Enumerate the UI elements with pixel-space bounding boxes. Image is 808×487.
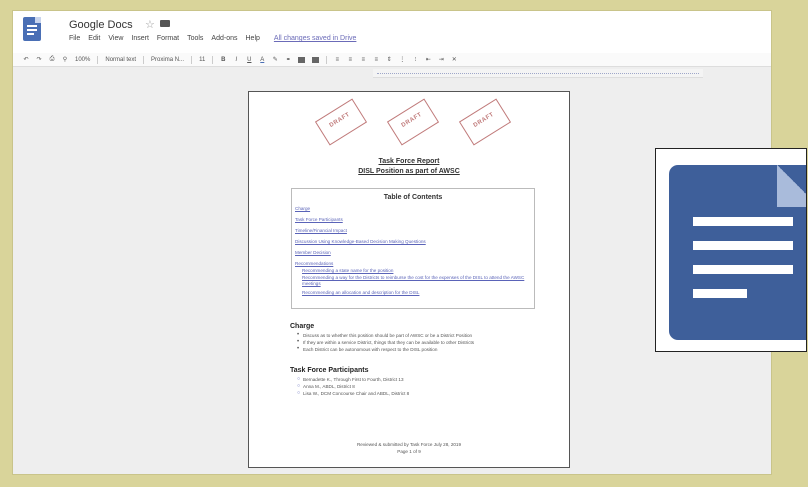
report-subtitle: DISL Position as part of AWSC [358, 168, 460, 175]
image-icon[interactable] [312, 56, 320, 63]
font-select[interactable]: Proxima N... [151, 57, 184, 63]
toc-link[interactable]: Task Force Participants [295, 217, 343, 222]
google-docs-logo-icon[interactable] [23, 17, 41, 41]
increase-indent-icon[interactable]: ⇥ [438, 56, 444, 63]
docs-document-icon [669, 165, 806, 340]
page-footer: Reviewed & submitted by Task Force July … [356, 442, 462, 447]
toc-link[interactable]: Timeline/Financial Impact [295, 228, 347, 233]
menu-help[interactable]: Help [246, 35, 260, 42]
menu-format[interactable]: Format [157, 35, 179, 42]
align-left-icon[interactable]: ≡ [334, 57, 340, 63]
saved-status-link[interactable]: All changes saved in Drive [274, 35, 357, 42]
print-icon[interactable]: ⎙ [49, 56, 55, 63]
toc-link[interactable]: Member Decision [295, 250, 331, 255]
menu-file[interactable]: File [69, 35, 80, 42]
toolbar-divider [143, 55, 145, 64]
participants-heading: Task Force Participants [290, 367, 369, 374]
toc-link[interactable]: Recommending a state name for the positi… [302, 268, 393, 273]
toc-link[interactable]: Recommending an allocation and descripti… [302, 290, 419, 295]
list-item: Discuss as to whether this position shou… [297, 332, 472, 338]
underline-button[interactable]: U [246, 57, 252, 63]
menu-bar: File Edit View Insert Format Tools Add-o… [69, 35, 356, 42]
toc-title: Table of Contents [383, 194, 443, 201]
app-title: Google Docs [69, 19, 133, 31]
toc-link[interactable]: Charge [295, 206, 310, 211]
menu-edit[interactable]: Edit [88, 35, 100, 42]
align-justify-icon[interactable]: ≡ [373, 57, 379, 63]
clear-formatting-icon[interactable]: ✕ [451, 56, 457, 63]
redo-icon[interactable]: ↷ [36, 56, 42, 63]
list-item: Lisa W., DCM Concourse Chair and ABDL, D… [297, 390, 409, 396]
zoom-select[interactable]: 100% [75, 57, 90, 63]
toolbar-divider [97, 55, 99, 64]
draft-stamp: DRAFT [458, 98, 512, 146]
align-center-icon[interactable]: ≡ [347, 57, 353, 63]
document-page[interactable]: DRAFT DRAFT DRAFT Task Force Report DISL… [248, 91, 570, 468]
google-docs-large-icon [655, 148, 807, 352]
list-item: Bernadette K., Through First to Fourth, … [297, 376, 403, 382]
draft-stamp: DRAFT [386, 98, 440, 146]
bulleted-list-icon[interactable]: ⁝ [412, 56, 418, 63]
text-color-button[interactable]: A [259, 57, 265, 63]
report-title: Task Force Report [378, 158, 440, 165]
comment-icon[interactable] [298, 56, 306, 63]
ruler[interactable] [373, 69, 703, 78]
paint-format-icon[interactable]: ⚲ [62, 56, 68, 63]
toc-link[interactable]: Recommendations [295, 261, 333, 266]
folder-icon[interactable] [160, 20, 170, 27]
highlight-icon[interactable]: ✎ [272, 56, 278, 63]
menu-insert[interactable]: Insert [131, 35, 149, 42]
undo-icon[interactable]: ↶ [23, 56, 29, 63]
title-bar: Google Docs ☆ File Edit View Insert Form… [13, 11, 771, 67]
italic-button[interactable]: I [233, 57, 239, 63]
numbered-list-icon[interactable]: ⋮ [399, 56, 405, 63]
toc-link[interactable]: Recommending a way for the Districts to … [302, 275, 530, 287]
menu-addons[interactable]: Add-ons [211, 35, 237, 42]
menu-view[interactable]: View [108, 35, 123, 42]
line-spacing-icon[interactable]: ⇕ [386, 56, 392, 63]
align-right-icon[interactable]: ≡ [360, 57, 366, 63]
bold-button[interactable]: B [220, 57, 226, 63]
toolbar-divider [212, 55, 214, 64]
toc-link[interactable]: Discussion Using Knowledge-Based Decisio… [295, 239, 426, 244]
toolbar: ↶ ↷ ⎙ ⚲ 100% Normal text Proxima N... 11… [13, 53, 771, 67]
star-icon[interactable]: ☆ [145, 18, 155, 31]
toolbar-divider [191, 55, 193, 64]
toolbar-divider [326, 55, 328, 64]
list-item: Each District can be autonomous with res… [297, 346, 437, 352]
font-size-select[interactable]: 11 [199, 57, 205, 63]
decrease-indent-icon[interactable]: ⇤ [425, 56, 431, 63]
link-icon[interactable]: ⚭ [285, 56, 291, 63]
table-of-contents: Table of Contents Charge Task Force Part… [291, 188, 535, 309]
menu-tools[interactable]: Tools [187, 35, 203, 42]
list-item: Anna M., ABDL, District 8 [297, 383, 355, 389]
draft-stamp: DRAFT [314, 98, 368, 146]
charge-heading: Charge [290, 323, 315, 330]
list-item: If they are within a service District, t… [297, 339, 474, 345]
style-select[interactable]: Normal text [105, 57, 136, 63]
page-number: Page 1 of 9 [397, 449, 421, 454]
